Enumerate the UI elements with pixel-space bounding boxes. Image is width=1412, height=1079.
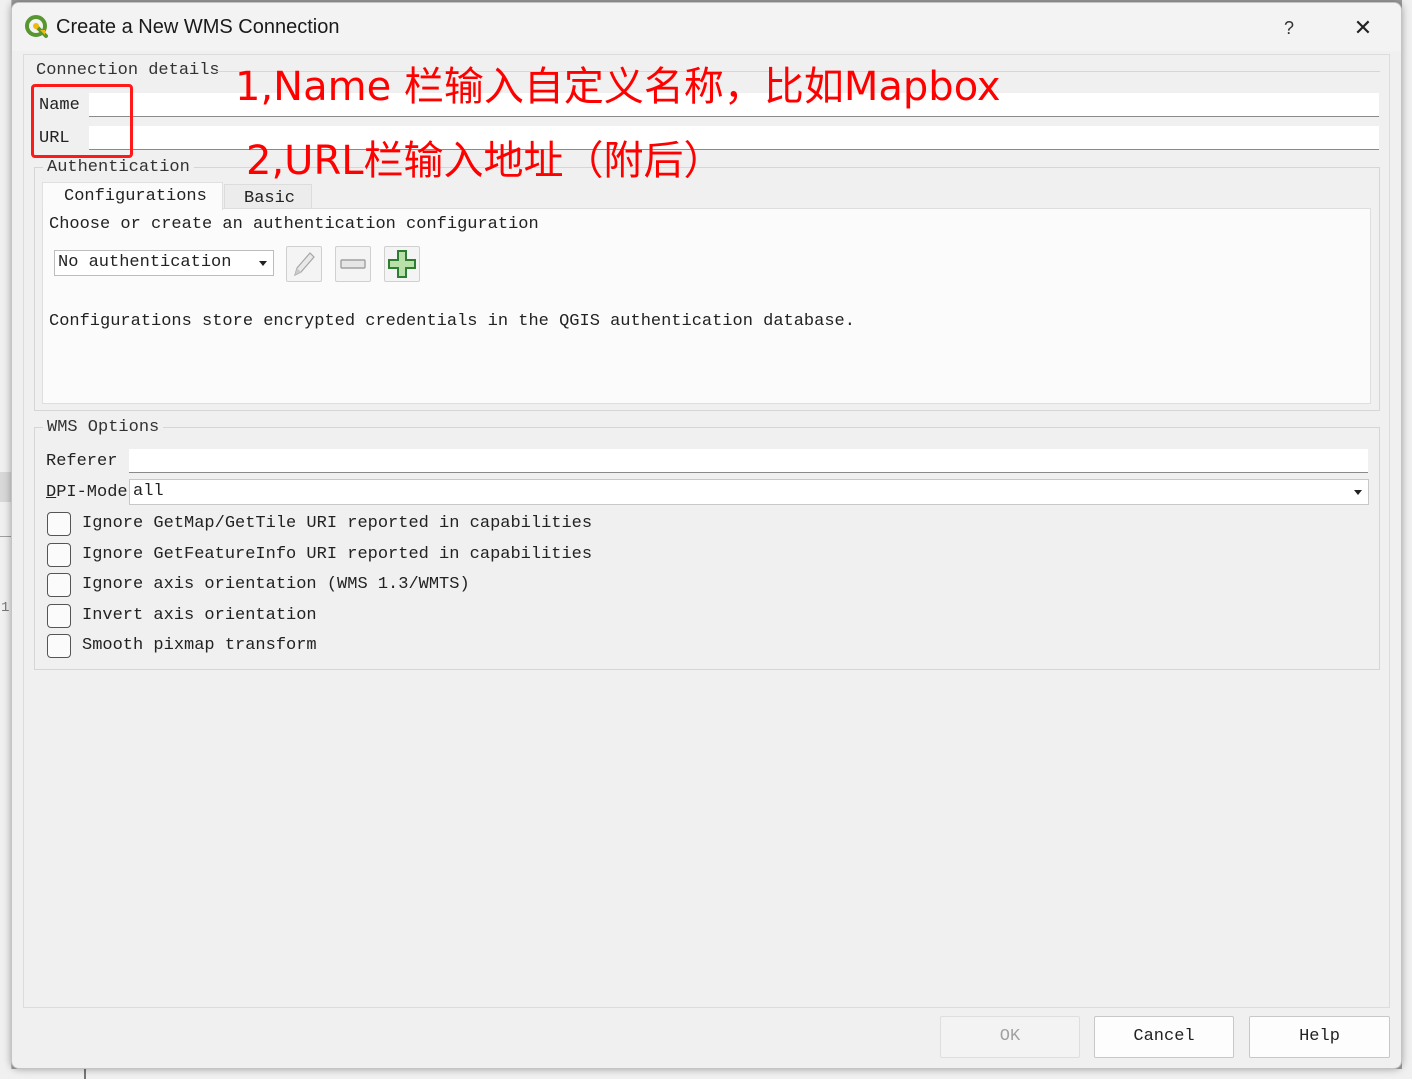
annotation-step-2: 2,URL栏输入地址（附后） <box>246 138 724 184</box>
title-bar: Create a New WMS Connection ? ✕ <box>12 3 1401 51</box>
ok-button[interactable]: OK <box>940 1016 1080 1058</box>
referer-label: Referer <box>46 452 118 471</box>
ignore-getmap-checkbox[interactable] <box>47 512 71 536</box>
ignore-axis-orientation-checkbox[interactable] <box>47 573 71 597</box>
edit-config-button[interactable] <box>286 246 322 282</box>
ignore-axis-orientation-label: Ignore axis orientation (WMS 1.3/WMTS) <box>82 575 470 594</box>
annotation-highlight-box <box>31 84 133 158</box>
ignore-getfeatureinfo-label: Ignore GetFeatureInfo URI reported in ca… <box>82 545 593 564</box>
dpi-mode-value: all <box>133 482 164 501</box>
tab-configurations[interactable]: Configurations <box>42 182 223 210</box>
chevron-down-icon <box>259 261 267 266</box>
smooth-pixmap-checkbox[interactable] <box>47 634 71 658</box>
wms-connection-dialog: Create a New WMS Connection ? ✕ Connecti… <box>11 2 1402 1069</box>
dpi-mode-select[interactable]: all <box>129 479 1369 505</box>
chevron-down-icon <box>1354 490 1362 495</box>
auth-config-select[interactable]: No authentication <box>54 250 274 276</box>
window-title: Create a New WMS Connection <box>56 16 340 38</box>
qgis-logo-icon <box>25 15 48 38</box>
cancel-button[interactable]: Cancel <box>1094 1016 1234 1058</box>
close-icon[interactable]: ✕ <box>1350 13 1376 43</box>
invert-axis-orientation-label: Invert axis orientation <box>82 606 317 625</box>
auth-info-text: Configurations store encrypted credentia… <box>49 312 855 331</box>
background-app-fragment: 1 <box>1 600 10 616</box>
tab-basic[interactable]: Basic <box>224 184 312 210</box>
ignore-getfeatureinfo-checkbox[interactable] <box>47 543 71 567</box>
add-plus-icon <box>388 250 416 278</box>
dpi-mode-label: DPI-Mode <box>46 483 128 502</box>
help-button[interactable]: Help <box>1249 1016 1390 1058</box>
ignore-getmap-label: Ignore GetMap/GetTile URI reported in ca… <box>82 514 593 533</box>
choose-config-text: Choose or create an authentication confi… <box>49 215 539 234</box>
remove-minus-icon <box>340 259 366 269</box>
remove-config-button[interactable] <box>335 246 371 282</box>
invert-axis-orientation-checkbox[interactable] <box>47 604 71 628</box>
background-app-right-edge <box>1402 0 1412 1079</box>
authentication-title: Authentication <box>43 158 194 177</box>
tab-configurations-label: Configurations <box>64 187 207 206</box>
connection-details-title: Connection details <box>36 61 220 80</box>
configurations-tab-pane <box>42 208 1371 404</box>
add-config-button[interactable] <box>384 246 420 282</box>
annotation-step-1: 1,Name 栏输入自定义名称，比如Mapbox <box>235 64 1001 110</box>
edit-pencil-icon <box>294 252 315 277</box>
smooth-pixmap-label: Smooth pixmap transform <box>82 636 317 655</box>
referer-input[interactable] <box>129 449 1368 473</box>
help-question-icon[interactable]: ? <box>1278 13 1300 43</box>
auth-config-selected: No authentication <box>58 253 232 272</box>
tab-basic-label: Basic <box>244 189 296 208</box>
background-app-bottom-edge <box>0 1069 1412 1079</box>
wms-options-title: WMS Options <box>43 418 164 437</box>
